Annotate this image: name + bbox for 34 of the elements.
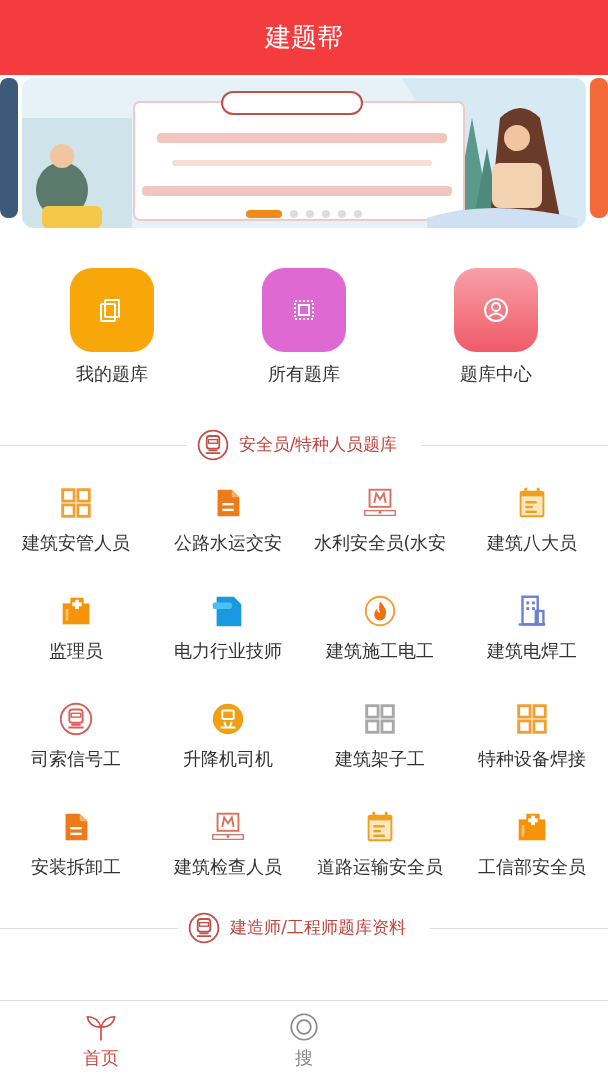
category-item[interactable]: 公路水运交安 [152,476,304,584]
shortcut-label: 所有题库 [268,362,340,386]
shortcut-button[interactable] [70,268,154,352]
carousel-dot[interactable] [290,210,298,218]
category-item[interactable]: 监理员 [0,584,152,692]
category-item[interactable]: 安装拆卸工 [0,800,152,908]
section-title: 安全员/特种人员题库 [238,433,398,457]
category-item[interactable]: 特种设备焊接 [456,692,608,800]
shortcut-button[interactable] [262,268,346,352]
category-item[interactable]: 司索信号工 [0,692,152,800]
category-item[interactable]: 水利安全员(水安 [304,476,456,584]
category-item[interactable]: 建筑检查人员 [152,800,304,908]
category-item[interactable]: 电力行业技师 [152,584,304,692]
carousel-dot[interactable] [306,210,314,218]
section-title: 建造师/工程师题库资料 [230,916,406,940]
shortcut-button[interactable] [454,268,538,352]
train-icon [57,700,95,738]
category-item[interactable]: 工信部安全员 [456,800,608,908]
carousel-dot[interactable] [322,210,330,218]
app-title: 建题帮 [265,21,343,54]
carousel-dot[interactable] [354,210,362,218]
category-item[interactable]: 建筑安管人员 [0,476,152,584]
category-item[interactable]: 建筑电焊工 [456,584,608,692]
carousel-dot[interactable] [338,210,346,218]
shortcut-label: 题库中心 [460,362,532,386]
category-item[interactable]: 建筑施工电工 [304,584,456,692]
category-item[interactable]: 建筑架子工 [304,692,456,800]
tab[interactable]: 搜 [202,1001,406,1080]
category-item[interactable]: 道路运输安全员 [304,800,456,908]
shortcut-label: 我的题库 [76,362,148,386]
target-icon [287,1010,321,1044]
category-item[interactable]: 建筑八大员 [456,476,608,584]
category-item[interactable]: 升降机司机 [152,692,304,800]
tab[interactable]: 首页 [0,1001,203,1080]
